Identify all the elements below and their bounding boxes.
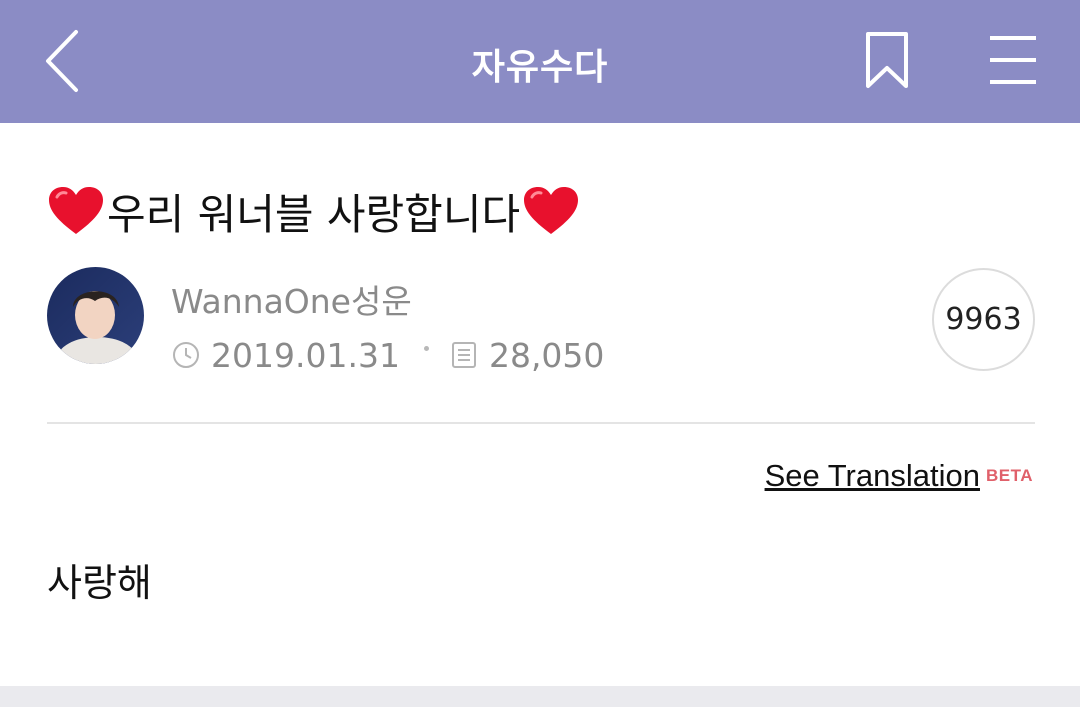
avatar-photo <box>47 267 144 364</box>
translation-row: See Translation BETA <box>765 458 1033 498</box>
menu-button[interactable] <box>982 32 1046 90</box>
hamburger-menu-icon <box>990 36 1036 84</box>
document-icon <box>451 342 476 368</box>
post-meta: 2019.01.31 28,050 <box>171 334 604 376</box>
see-translation-link[interactable]: See Translation <box>765 458 980 494</box>
post-date: 2019.01.31 <box>211 335 400 375</box>
divider <box>47 422 1035 424</box>
view-count: 28,050 <box>488 335 605 375</box>
clock-icon <box>173 342 199 368</box>
like-count-button[interactable]: 9963 <box>932 268 1035 371</box>
avatar[interactable] <box>47 267 144 364</box>
beta-badge: BETA <box>985 466 1033 485</box>
post-title: 우리 워너블 사랑합니다 <box>47 183 580 239</box>
heart-icon <box>49 187 103 234</box>
bottom-separator <box>0 686 1080 707</box>
post-body: 사랑해 <box>47 561 152 605</box>
bookmark-button[interactable] <box>858 28 918 94</box>
top-app-bar: 자유수다 <box>0 0 1080 123</box>
heart-icon <box>524 187 579 234</box>
page-title: 자유수다 <box>471 47 609 88</box>
author-name[interactable]: WannaOne성운 <box>171 275 412 323</box>
app-screen: 자유수다 우리 워너블 사랑합니다 WannaOne성운 2019.01.31 … <box>0 0 1080 707</box>
post-title-text: 우리 워너블 사랑합니다 <box>107 189 521 239</box>
separator-dot <box>423 345 429 351</box>
bookmark-icon <box>866 32 908 88</box>
like-count: 9963 <box>945 302 1022 337</box>
